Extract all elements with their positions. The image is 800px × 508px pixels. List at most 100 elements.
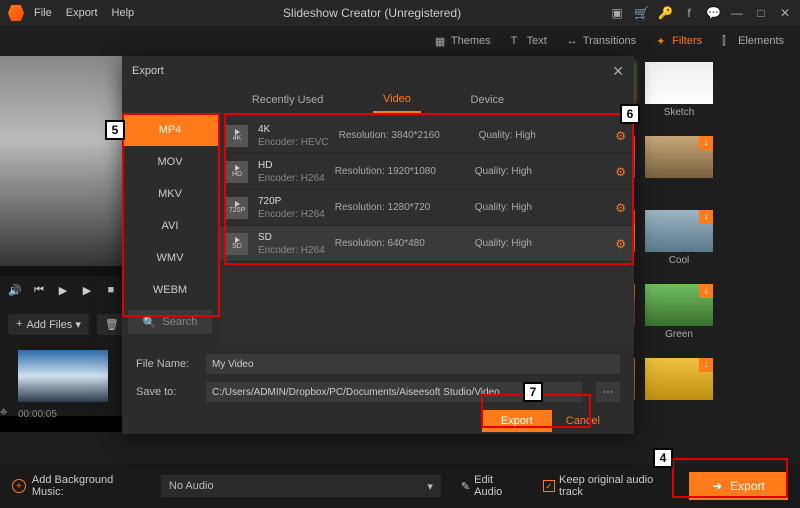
download-icon: ↓ xyxy=(699,284,713,298)
tab-text[interactable]: TText xyxy=(505,31,553,51)
menu-help[interactable]: Help xyxy=(112,7,135,19)
cart-icon[interactable]: 🛒 xyxy=(634,6,648,20)
preset-list: 4K 4KEncoder: HEVC Resolution: 3840*2160… xyxy=(218,114,634,346)
download-icon: ↓ xyxy=(699,210,713,224)
trash-icon: 🗑 xyxy=(105,318,119,331)
callout-7: 7 xyxy=(523,382,543,402)
keep-audio-checkbox[interactable]: ✓Keep original audio track xyxy=(543,474,679,498)
window-buttons: ▣ 🛒 🔑 f 💬 — □ ✕ xyxy=(610,6,792,20)
minimize-icon[interactable]: — xyxy=(730,6,744,20)
dialog-export-button[interactable]: Export xyxy=(482,410,552,432)
format-mkv[interactable]: MKV xyxy=(122,178,218,210)
preset-icon: SD xyxy=(226,233,248,255)
filter-item[interactable]: ↓Cool xyxy=(645,210,713,268)
callout-4: 4 xyxy=(653,448,673,468)
gear-icon[interactable]: ⚙ xyxy=(615,165,626,179)
saveto-label: Save to: xyxy=(136,386,196,398)
preset-sd[interactable]: SD SDEncoder: H264 Resolution: 640*480 Q… xyxy=(218,226,634,262)
dialog-header: Export ✕ xyxy=(122,56,634,86)
format-search[interactable]: 🔍Search xyxy=(128,310,212,334)
filter-item[interactable]: Sketch xyxy=(645,62,713,120)
export-icon: ➜ xyxy=(712,479,722,493)
dialog-close-icon[interactable]: ✕ xyxy=(612,63,624,80)
format-avi[interactable]: AVI xyxy=(122,210,218,242)
titlebar: File Export Help Slideshow Creator (Unre… xyxy=(0,0,800,26)
transition-dot-icon[interactable]: ♣ xyxy=(0,406,7,418)
window-title: Slideshow Creator (Unregistered) xyxy=(134,6,610,20)
preset-720p[interactable]: 720P 720PEncoder: H264 Resolution: 1280*… xyxy=(218,190,634,226)
play-icon[interactable]: ▶ xyxy=(56,283,70,297)
prev-frame-icon[interactable]: ⏮ xyxy=(32,283,46,297)
preset-icon: 720P xyxy=(226,197,248,219)
preset-hd[interactable]: HD HDEncoder: H264 Resolution: 1920*1080… xyxy=(218,154,634,190)
filter-item[interactable]: ↓ xyxy=(645,358,713,416)
dialog-tab-device[interactable]: Device xyxy=(461,86,515,113)
tab-elements[interactable]: ⫿Elements xyxy=(716,31,790,51)
gear-icon[interactable]: ⚙ xyxy=(615,237,626,251)
filename-input[interactable]: My Video xyxy=(206,354,620,374)
add-music-button[interactable]: + Add Background Music: xyxy=(12,474,147,498)
close-icon[interactable]: ✕ xyxy=(778,6,792,20)
clip-thumb[interactable]: ♣ 00:00:05 xyxy=(18,350,108,402)
dialog-cancel-button[interactable]: Cancel xyxy=(566,410,600,432)
elements-icon: ⫿ xyxy=(722,35,734,47)
chevron-down-icon: ▾ xyxy=(427,480,433,493)
format-wmv[interactable]: WMV xyxy=(122,242,218,274)
callout-5: 5 xyxy=(105,120,125,140)
search-icon: 🔍 xyxy=(143,316,157,329)
maximize-icon[interactable]: □ xyxy=(754,6,768,20)
format-list: MP4 MOV MKV AVI WMV WEBM 🔍Search xyxy=(122,114,218,346)
audio-select[interactable]: No Audio ▾ xyxy=(161,475,441,497)
menu-export[interactable]: Export xyxy=(66,7,98,19)
add-files-button[interactable]: +Add Files ▾ xyxy=(8,314,89,335)
dialog-tab-video[interactable]: Video xyxy=(373,86,421,113)
tab-themes[interactable]: ▦Themes xyxy=(429,31,497,51)
edit-audio-button[interactable]: ✎Edit Audio xyxy=(461,474,523,498)
gear-icon[interactable]: ⚙ xyxy=(615,129,626,143)
export-button[interactable]: ➜Export xyxy=(689,472,788,500)
feedback-icon[interactable]: 💬 xyxy=(706,6,720,20)
preset-4k[interactable]: 4K 4KEncoder: HEVC Resolution: 3840*2160… xyxy=(218,118,634,154)
dialog-body: MP4 MOV MKV AVI WMV WEBM 🔍Search 4K 4KEn… xyxy=(122,114,634,346)
filter-item[interactable]: ↓Green xyxy=(645,284,713,342)
filename-label: File Name: xyxy=(136,358,196,370)
format-mp4[interactable]: MP4 xyxy=(122,114,218,146)
themes-icon: ▦ xyxy=(435,35,447,47)
dialog-tab-recent[interactable]: Recently Used xyxy=(242,86,334,113)
dialog-title: Export xyxy=(132,65,164,77)
filters-icon: ✦ xyxy=(656,35,668,47)
tab-filters[interactable]: ✦Filters xyxy=(650,31,708,51)
text-icon: T xyxy=(511,35,523,47)
browse-button[interactable]: ··· xyxy=(596,382,620,402)
preset-icon: HD xyxy=(226,161,248,183)
clip-duration: 00:00:05 xyxy=(18,409,57,420)
panel-tabs: ▦Themes TText ↔Transitions ✦Filters ⫿Ele… xyxy=(0,26,800,56)
transitions-icon: ↔ xyxy=(567,35,579,47)
plus-circle-icon: + xyxy=(12,479,26,493)
app-logo-icon xyxy=(8,5,24,21)
download-icon: ↓ xyxy=(699,358,713,372)
bottom-bar: + Add Background Music: No Audio ▾ ✎Edit… xyxy=(0,464,800,508)
download-icon: ↓ xyxy=(699,136,713,150)
key-icon[interactable]: 🔑 xyxy=(658,6,672,20)
main-menu: File Export Help xyxy=(34,7,134,19)
export-dialog: Export ✕ Recently Used Video Device MP4 … xyxy=(122,56,634,434)
format-webm[interactable]: WEBM xyxy=(122,274,218,306)
dialog-tabs: Recently Used Video Device xyxy=(122,86,634,114)
preset-icon: 4K xyxy=(226,125,248,147)
dialog-footer: File Name: My Video Save to: C:/Users/AD… xyxy=(122,346,634,440)
save-icon[interactable]: ▣ xyxy=(610,6,624,20)
volume-icon[interactable]: 🔊 xyxy=(8,283,22,297)
facebook-icon[interactable]: f xyxy=(682,6,696,20)
callout-6: 6 xyxy=(620,104,640,124)
gear-icon[interactable]: ⚙ xyxy=(615,201,626,215)
stop-icon[interactable]: ■ xyxy=(104,283,118,297)
pencil-icon: ✎ xyxy=(461,480,470,493)
checkbox-icon: ✓ xyxy=(543,480,555,492)
filter-item[interactable]: ↓ xyxy=(645,136,713,194)
menu-file[interactable]: File xyxy=(34,7,52,19)
format-mov[interactable]: MOV xyxy=(122,146,218,178)
plus-icon: + xyxy=(16,318,22,330)
next-frame-icon[interactable]: ▶ xyxy=(80,283,94,297)
tab-transitions[interactable]: ↔Transitions xyxy=(561,31,642,51)
